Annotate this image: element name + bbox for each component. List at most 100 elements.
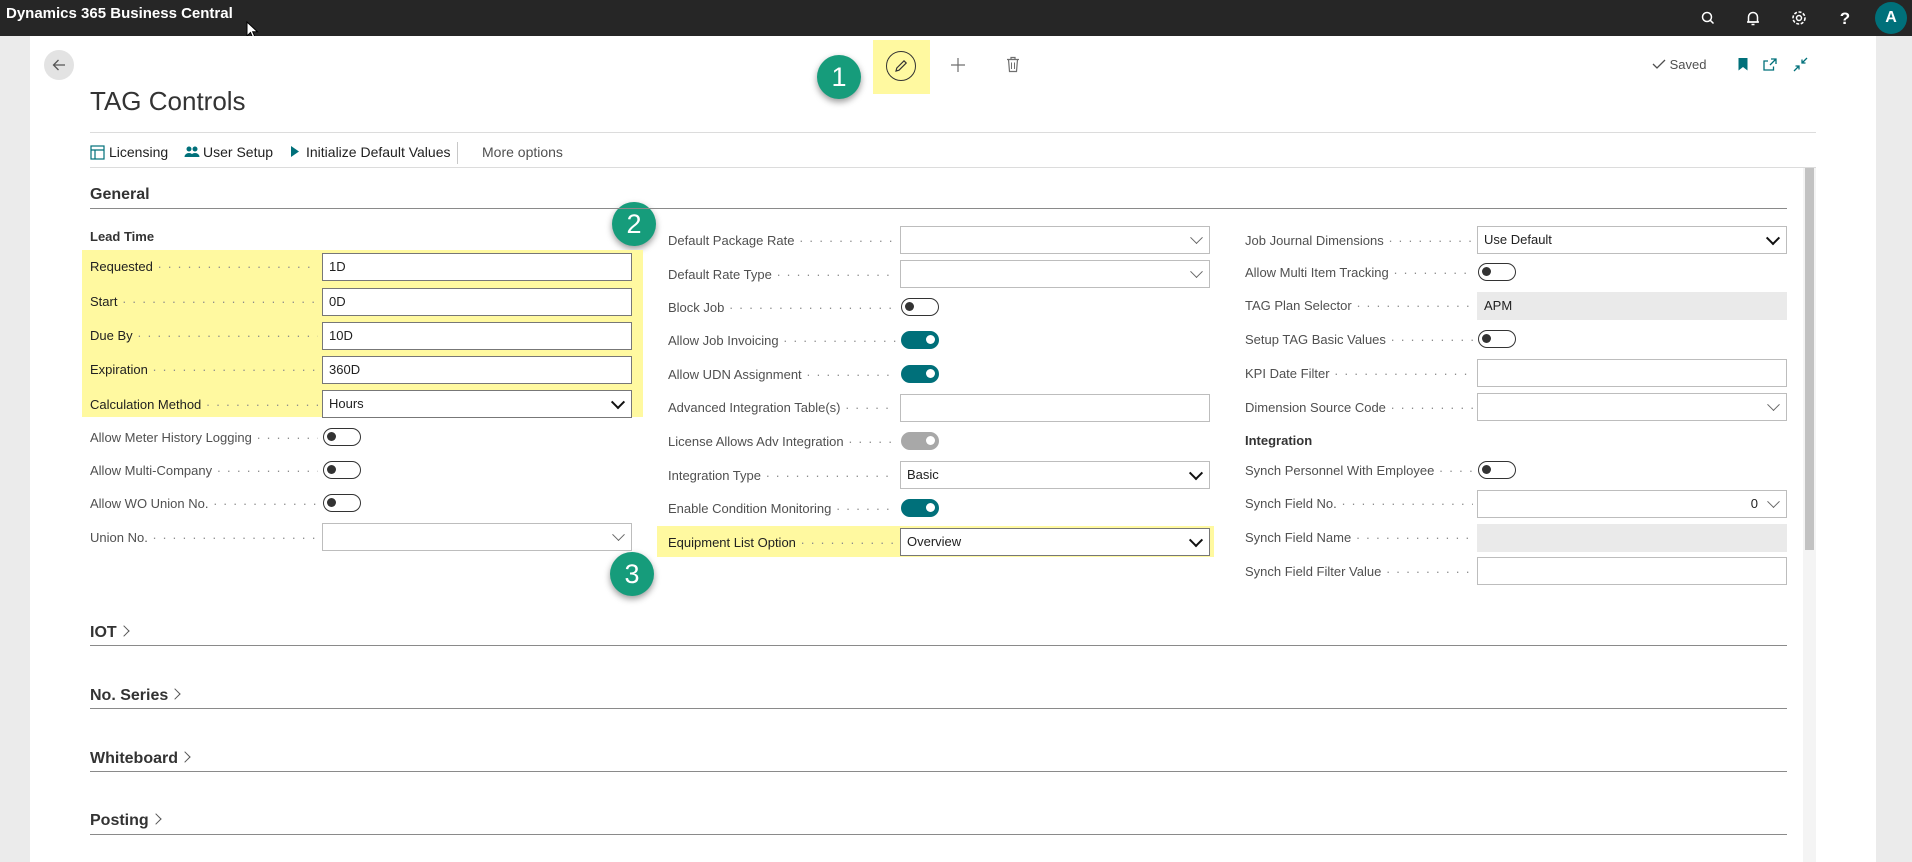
default-package-rate-label: Default Package Rate — [668, 233, 896, 249]
initialize-default-values-action[interactable]: Initialize Default Values — [290, 142, 450, 162]
divider — [90, 167, 1816, 168]
kpi-date-filter-field[interactable] — [1477, 359, 1787, 387]
app-title[interactable]: Dynamics 365 Business Central — [6, 5, 233, 22]
divider — [90, 208, 1787, 209]
arrow-left-icon — [52, 59, 65, 71]
licensing-action[interactable]: Licensing — [90, 142, 168, 162]
license-allows-adv-integration-toggle — [901, 432, 939, 450]
default-rate-type-label: Default Rate Type — [668, 267, 896, 283]
check-icon — [1652, 59, 1666, 69]
default-rate-type-select[interactable] — [900, 260, 1210, 288]
section-posting[interactable]: Posting — [90, 812, 162, 830]
avatar[interactable]: A — [1875, 2, 1907, 34]
page-title: TAG Controls — [90, 86, 246, 116]
block-job-label: Block Job — [668, 300, 896, 316]
job-journal-dimensions-select[interactable]: Use Default — [1477, 226, 1787, 254]
synch-field-filter-field[interactable] — [1477, 557, 1787, 585]
tag-plan-selector-label: TAG Plan Selector — [1245, 298, 1473, 314]
enable-condition-monitoring-toggle[interactable] — [901, 499, 939, 517]
start-field[interactable]: 0D — [322, 288, 632, 316]
allow-udn-assignment-toggle[interactable] — [901, 365, 939, 383]
top-bar: Dynamics 365 Business Central ? A — [0, 0, 1912, 36]
open-new-window-icon[interactable] — [1762, 57, 1778, 72]
more-options-action[interactable]: More options — [482, 142, 563, 162]
allow-job-invoicing-label: Allow Job Invoicing — [668, 333, 896, 349]
annotation-badge-3: 3 — [610, 552, 654, 596]
user-setup-action[interactable]: User Setup — [184, 142, 273, 162]
integration-type-label: Integration Type — [668, 468, 896, 484]
trash-icon[interactable] — [1005, 56, 1021, 73]
integration-type-select[interactable]: Basic — [900, 461, 1210, 489]
integration-group-title: Integration — [1245, 433, 1313, 448]
allow-meter-history-logging-toggle[interactable] — [323, 428, 361, 446]
due-by-label: Due By — [90, 328, 318, 344]
action-separator — [457, 142, 458, 164]
calculation-method-select[interactable]: Hours — [322, 390, 632, 418]
enable-condition-monitoring-label: Enable Condition Monitoring — [668, 501, 896, 517]
chevron-right-icon — [150, 813, 162, 825]
allow-multi-company-toggle[interactable] — [323, 461, 361, 479]
gear-icon[interactable] — [1788, 7, 1810, 29]
allow-multi-item-tracking-toggle[interactable] — [1478, 263, 1516, 281]
synch-personnel-toggle[interactable] — [1478, 461, 1516, 479]
setup-tag-basic-values-toggle[interactable] — [1478, 330, 1516, 348]
synch-field-no-label: Synch Field No. — [1245, 496, 1473, 512]
divider — [90, 645, 1787, 646]
equipment-list-option-select[interactable]: Overview — [900, 528, 1210, 556]
setup-tag-basic-values-label: Setup TAG Basic Values — [1245, 332, 1473, 348]
scrollbar-thumb[interactable] — [1805, 168, 1814, 550]
dimension-source-code-label: Dimension Source Code — [1245, 400, 1473, 416]
default-package-rate-select[interactable] — [900, 226, 1210, 254]
chevron-down-icon — [1190, 265, 1203, 279]
expiration-field[interactable]: 360D — [322, 356, 632, 384]
section-whiteboard[interactable]: Whiteboard — [90, 750, 191, 768]
expiration-label: Expiration — [90, 362, 318, 378]
chevron-right-icon — [169, 688, 181, 700]
section-no-series[interactable]: No. Series — [90, 687, 181, 705]
chevron-down-icon — [1188, 466, 1204, 481]
dimension-source-code-select[interactable] — [1477, 393, 1787, 421]
allow-udn-assignment-label: Allow UDN Assignment — [668, 367, 896, 383]
bookmark-icon[interactable] — [1737, 57, 1749, 72]
chevron-down-icon — [1765, 231, 1781, 246]
bell-icon[interactable] — [1742, 7, 1764, 29]
allow-multi-item-tracking-label: Allow Multi Item Tracking — [1245, 265, 1473, 281]
chevron-down-icon — [1190, 231, 1203, 245]
allow-job-invoicing-toggle[interactable] — [901, 331, 939, 349]
allow-wo-union-toggle[interactable] — [323, 494, 361, 512]
search-icon[interactable] — [1697, 7, 1719, 29]
plus-icon[interactable] — [950, 57, 966, 73]
advanced-integration-tables-label: Advanced Integration Table(s) — [668, 400, 896, 416]
section-general-title[interactable]: General — [90, 186, 150, 204]
play-icon — [291, 146, 299, 157]
divider — [90, 834, 1787, 835]
tag-plan-selector-field: APM — [1477, 292, 1787, 320]
chevron-down-icon — [1767, 398, 1780, 412]
help-icon[interactable]: ? — [1834, 7, 1856, 29]
due-by-field[interactable]: 10D — [322, 322, 632, 350]
synch-field-no-select[interactable]: 0 — [1477, 490, 1787, 518]
allow-meter-history-logging-label: Allow Meter History Logging — [90, 430, 318, 446]
edit-button[interactable] — [886, 51, 916, 81]
union-no-select[interactable] — [322, 523, 632, 551]
table-icon — [90, 145, 105, 160]
chevron-down-icon — [1188, 533, 1204, 548]
chevron-down-icon — [1767, 495, 1780, 509]
divider — [90, 132, 1816, 133]
union-no-label: Union No. — [90, 530, 318, 546]
calculation-method-label: Calculation Method — [90, 397, 318, 413]
requested-label: Requested — [90, 259, 318, 275]
requested-field[interactable]: 1D — [322, 253, 632, 281]
block-job-toggle[interactable] — [901, 298, 939, 316]
allow-wo-union-label: Allow WO Union No. — [90, 496, 318, 512]
collapse-icon[interactable] — [1793, 57, 1808, 72]
saved-status: Saved — [1652, 57, 1707, 72]
chevron-right-icon — [118, 625, 130, 637]
back-button[interactable] — [44, 50, 74, 80]
users-icon — [184, 146, 200, 157]
advanced-integration-tables-field[interactable] — [900, 394, 1210, 422]
license-allows-adv-integration-label: License Allows Adv Integration — [668, 434, 896, 450]
divider — [90, 771, 1787, 772]
chevron-down-icon — [610, 395, 626, 410]
section-iot[interactable]: IOT — [90, 624, 130, 642]
